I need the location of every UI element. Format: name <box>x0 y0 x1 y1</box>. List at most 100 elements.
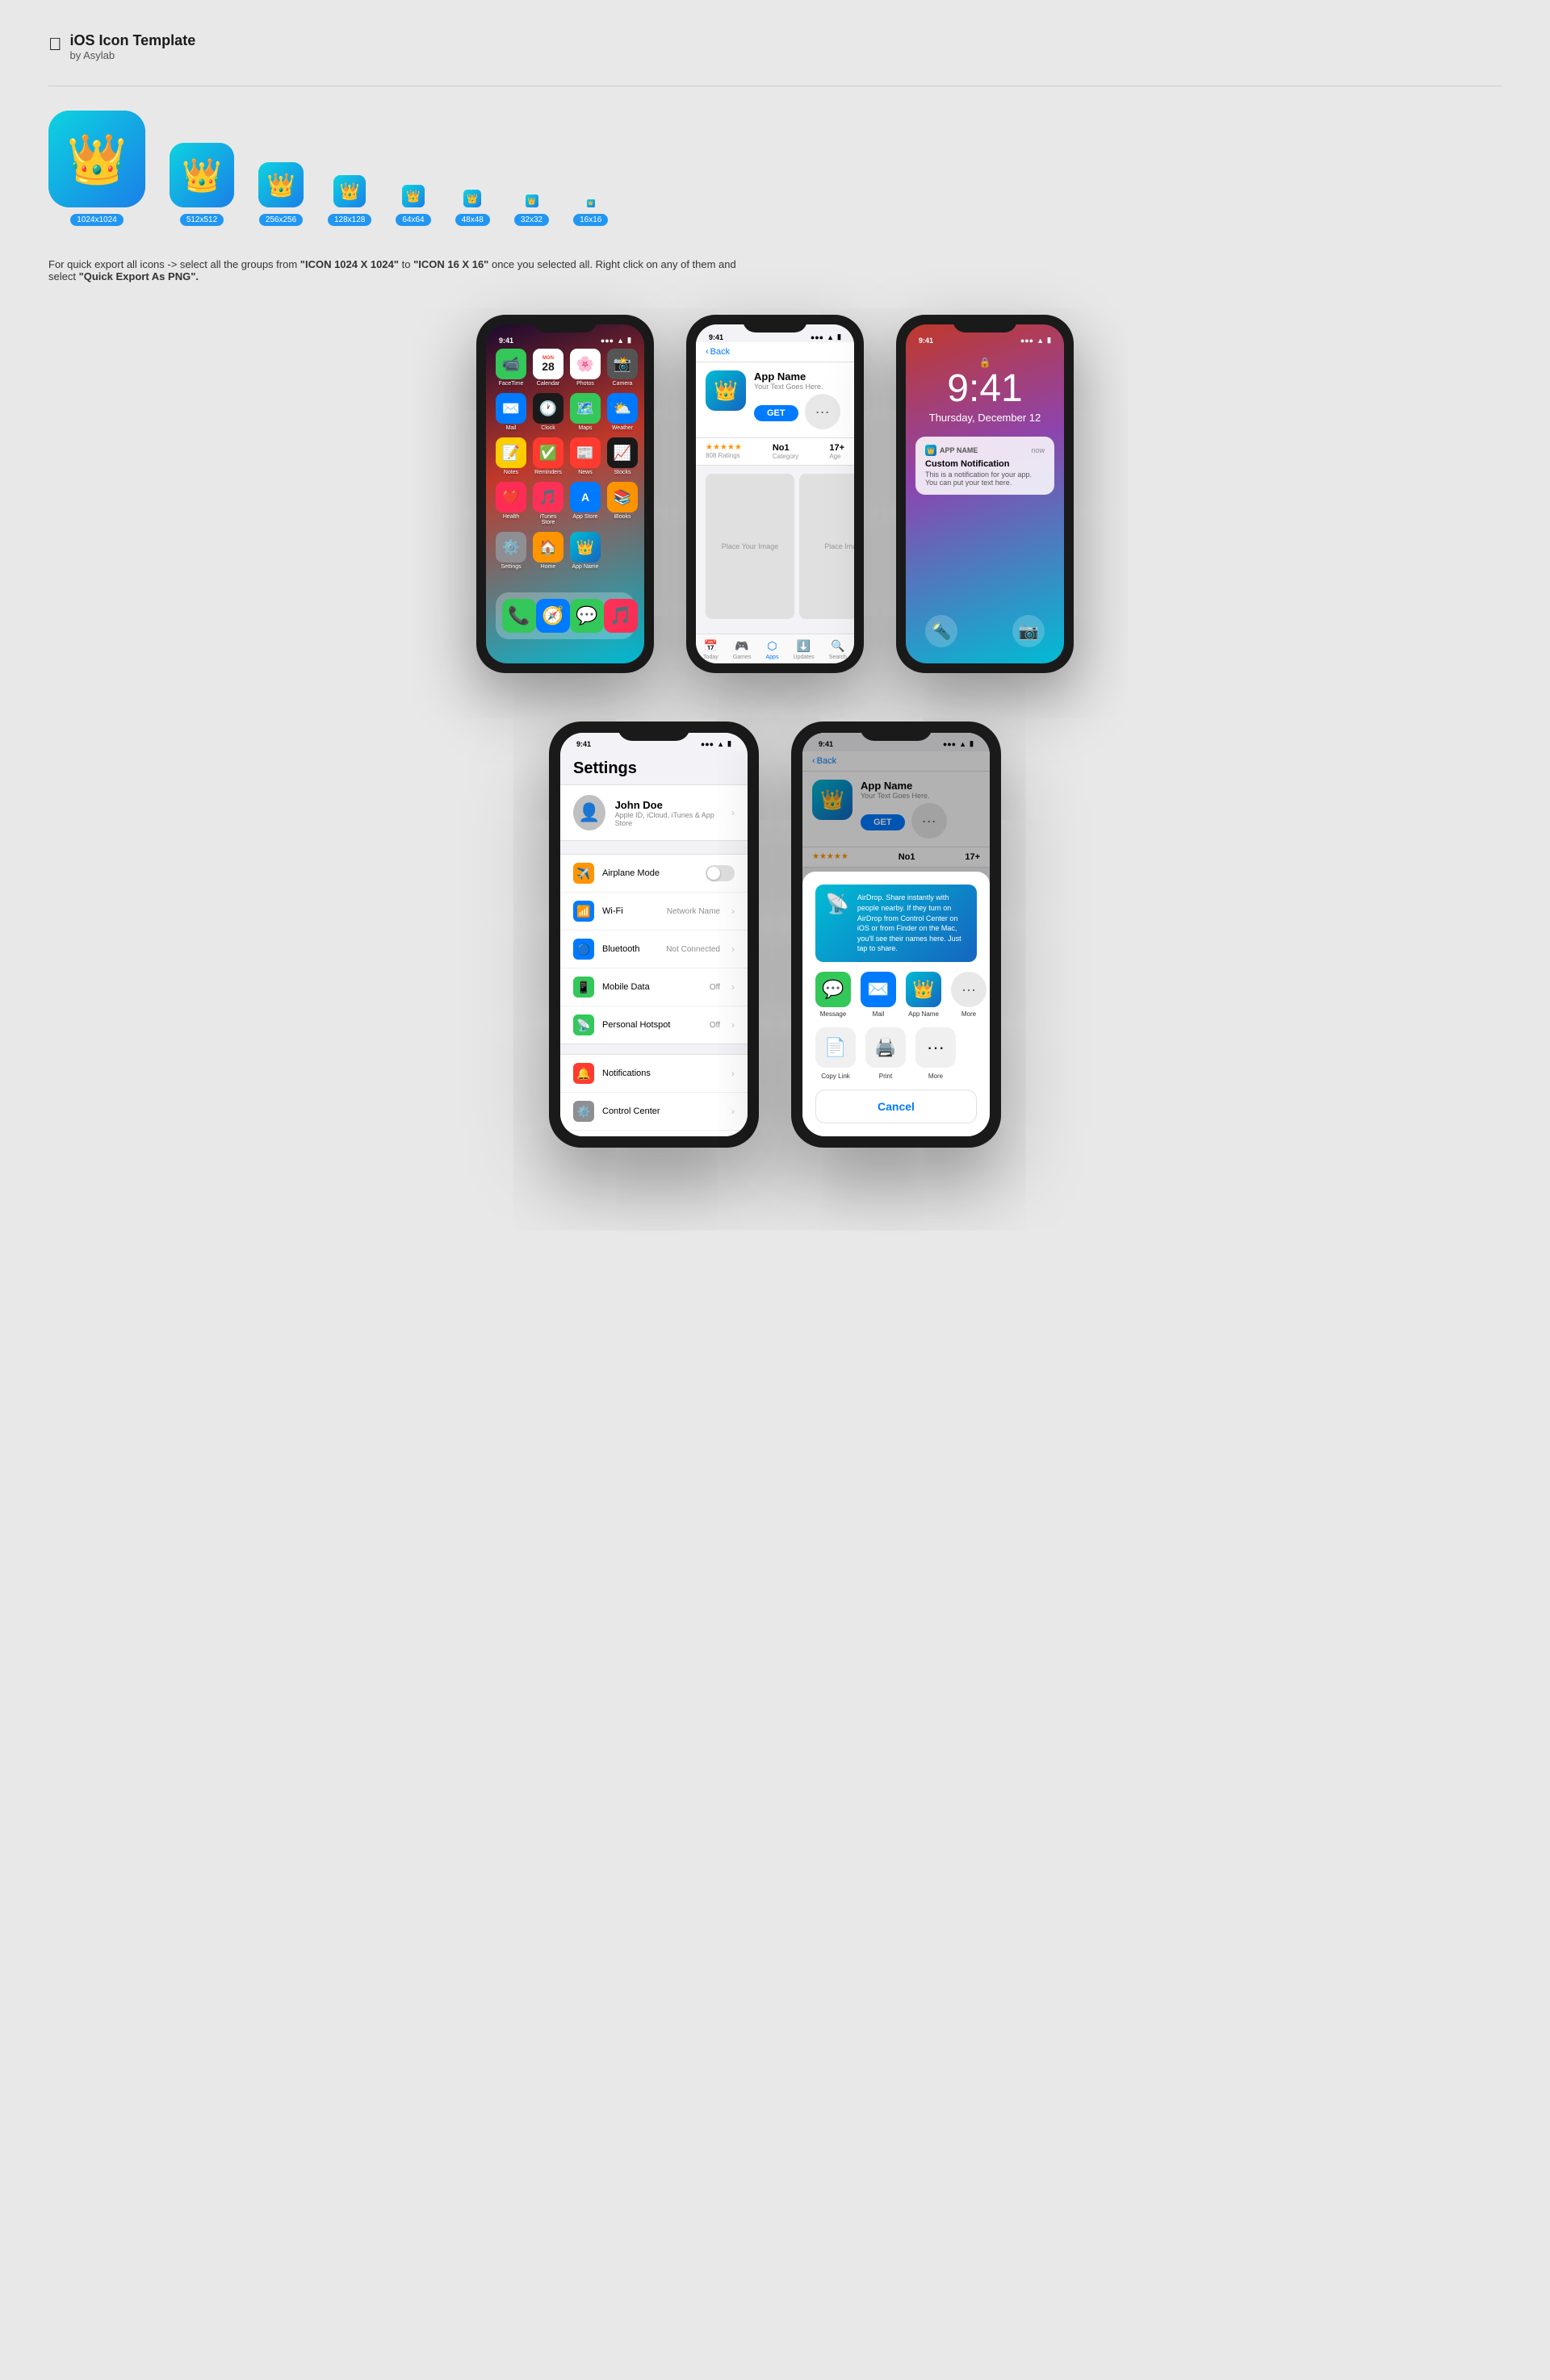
icon-size-1024: 👑 1024x1024 <box>48 111 145 226</box>
app-appname[interactable]: 👑 App Name <box>570 532 601 570</box>
status-time: 9:41 <box>499 337 513 345</box>
settings-bluetooth[interactable]: 🔵 Bluetooth Not Connected › <box>560 931 748 968</box>
settings-wifi[interactable]: 📶 Wi-Fi Network Name › <box>560 893 748 931</box>
share-apps-row: 💬 Message ✉️ Mail 👑 App Name ··· More <box>815 972 977 1018</box>
screenshot-2: Place Ima... <box>799 474 854 619</box>
dock-bar: 📞 🧭 💬 🎵 <box>496 592 635 639</box>
bluetooth-icon: 🔵 <box>573 939 594 960</box>
hotspot-label: Personal Hotspot <box>602 1020 702 1030</box>
homescreen-display: 9:41 ●●● ▲ ▮ 📹 FaceTime MON28 Calenda <box>486 324 644 663</box>
rating-section: ★★★★★ 808 Ratings <box>706 443 742 460</box>
app-appstore[interactable]: A App Store <box>570 482 601 525</box>
statusbar-settings: 9:41 ●●● ▲ ▮ <box>560 733 748 751</box>
tab-search[interactable]: 🔍 Search <box>829 639 847 660</box>
statusbar-lock: 9:41 ●●● ▲ ▮ <box>906 333 1064 345</box>
app-settings[interactable]: ⚙️ Settings <box>496 532 526 570</box>
app-maps[interactable]: 🗺️ Maps <box>570 393 601 431</box>
app-header-name: App Name <box>754 370 844 383</box>
dock-music[interactable]: 🎵 <box>604 599 638 633</box>
size-badge-1024: 1024x1024 <box>70 214 124 226</box>
app-stocks[interactable]: 📈 Stocks <box>607 437 638 475</box>
share-action-copylink[interactable]: 📄 Copy Link <box>815 1027 856 1080</box>
dock-safari[interactable]: 🧭 <box>536 599 570 633</box>
airplane-label: Airplane Mode <box>602 868 698 878</box>
app-news[interactable]: 📰 News <box>570 437 601 475</box>
settings-profile[interactable]: 👤 John Doe Apple ID, iCloud, iTunes & Ap… <box>560 784 748 841</box>
wifi-icon: 📶 <box>573 901 594 922</box>
hotspot-icon: 📡 <box>573 1014 594 1035</box>
copylink-icon: 📄 <box>815 1027 856 1068</box>
status-icons-lock: ●●● ▲ ▮ <box>1020 336 1051 345</box>
get-button[interactable]: GET <box>754 405 798 421</box>
app-home[interactable]: 🏠 Home <box>533 532 563 570</box>
ratings-count: 808 Ratings <box>706 452 742 459</box>
age-sub: Age <box>829 453 844 460</box>
dock-phone[interactable]: 📞 <box>502 599 536 633</box>
more-button[interactable]: ··· <box>805 394 840 429</box>
mobile-data-arrow: › <box>731 981 735 993</box>
status-time-lock: 9:41 <box>919 337 933 345</box>
app-mail[interactable]: ✉️ Mail <box>496 393 526 431</box>
settings-section-notif: 🔔 Notifications › ⚙️ Control Center › 🌙 … <box>560 1054 748 1136</box>
settings-mobile-data[interactable]: 📱 Mobile Data Off › <box>560 968 748 1006</box>
app-calendar[interactable]: MON28 Calendar <box>533 349 563 387</box>
icon-size-128: 👑 128x128 <box>328 175 371 226</box>
app-itunes-store[interactable]: 🎵 iTunes Store <box>533 482 563 525</box>
settings-section-connectivity: ✈️ Airplane Mode 📶 Wi-Fi Network Name › … <box>560 854 748 1044</box>
phone-settings: 9:41 ●●● ▲ ▮ Settings 👤 John Doe Apple I… <box>549 722 759 1148</box>
app-empty <box>607 532 638 570</box>
copylink-label: Copy Link <box>821 1073 850 1080</box>
app-notes[interactable]: 📝 Notes <box>496 437 526 475</box>
share-app-more[interactable]: ··· More <box>951 972 987 1018</box>
airdrop-text: AirDrop. Share instantly with people nea… <box>857 893 967 954</box>
tab-games[interactable]: 🎮 Games <box>733 639 752 660</box>
settings-dnd[interactable]: 🌙 Do not disturb › <box>560 1131 748 1136</box>
app-facetime[interactable]: 📹 FaceTime <box>496 349 526 387</box>
apps-icon: ⬡ <box>767 639 777 653</box>
tab-today[interactable]: 📅 Today <box>703 639 718 660</box>
tab-updates[interactable]: ⬇️ Updates <box>794 639 815 660</box>
share-more-dots[interactable]: ··· <box>951 972 987 1007</box>
app-photos[interactable]: 🌸 Photos <box>570 349 601 387</box>
export-note-to: to <box>402 258 413 270</box>
share-action-more[interactable]: ··· More <box>915 1027 956 1080</box>
app-camera[interactable]: 📸 Camera <box>607 349 638 387</box>
dock-messages[interactable]: 💬 <box>570 599 604 633</box>
status-icons: ●●● ▲ ▮ <box>601 336 631 345</box>
phone-sharesheet: 9:41 ●●● ▲ ▮ ‹ Back 👑 App <box>791 722 1001 1148</box>
sharesheet-display: 9:41 ●●● ▲ ▮ ‹ Back 👑 App <box>802 733 990 1136</box>
cancel-button[interactable]: Cancel <box>815 1090 977 1123</box>
flashlight-button[interactable]: 🔦 <box>925 615 957 647</box>
app-ibooks[interactable]: 📚 iBooks <box>607 482 638 525</box>
share-app-mail[interactable]: ✉️ Mail <box>861 972 896 1018</box>
tab-apps[interactable]: ⬡ Apps <box>765 639 778 660</box>
camera-button[interactable]: 📷 <box>1012 615 1045 647</box>
page-title: iOS Icon Template <box>70 32 196 49</box>
share-app-appname[interactable]: 👑 App Name <box>906 972 941 1018</box>
back-button[interactable]: ‹ Back <box>706 347 730 357</box>
settings-control-center[interactable]: ⚙️ Control Center › <box>560 1093 748 1131</box>
app-health[interactable]: ❤️ Health <box>496 482 526 525</box>
share-messages-icon: 💬 <box>815 972 851 1007</box>
search-icon: 🔍 <box>831 639 844 653</box>
bluetooth-label: Bluetooth <box>602 944 658 954</box>
icon-size-256: 👑 256x256 <box>258 162 304 226</box>
share-action-print[interactable]: 🖨️ Print <box>865 1027 906 1080</box>
notifications-arrow: › <box>731 1068 735 1079</box>
tab-today-label: Today <box>703 655 718 660</box>
notifications-label: Notifications <box>602 1069 723 1078</box>
phones-row-2: 9:41 ●●● ▲ ▮ Settings 👤 John Doe Apple I… <box>48 722 1502 1148</box>
screenshot-2-label: Place Ima... <box>824 542 854 550</box>
settings-notifications[interactable]: 🔔 Notifications › <box>560 1055 748 1093</box>
settings-airplane[interactable]: ✈️ Airplane Mode <box>560 855 748 893</box>
icon-size-512: 👑 512x512 <box>170 143 234 226</box>
share-app-messages[interactable]: 💬 Message <box>815 972 851 1018</box>
app-weather[interactable]: ⛅ Weather <box>607 393 638 431</box>
airplane-toggle[interactable] <box>706 865 735 881</box>
share-messages-label: Message <box>820 1010 846 1018</box>
profile-subtitle: Apple ID, iCloud, iTunes & App Store <box>615 811 722 827</box>
icon-32: 👑 <box>526 194 538 207</box>
app-reminders[interactable]: ✅ Reminders <box>533 437 563 475</box>
app-clock[interactable]: 🕐 Clock <box>533 393 563 431</box>
settings-hotspot[interactable]: 📡 Personal Hotspot Off › <box>560 1006 748 1044</box>
